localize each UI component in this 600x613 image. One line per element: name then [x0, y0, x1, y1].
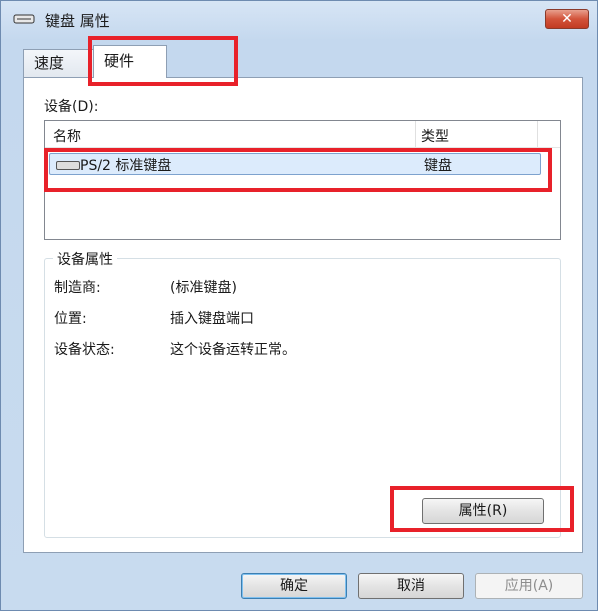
location-label: 位置:	[54, 311, 87, 327]
properties-button[interactable]: 属性(R)	[422, 498, 544, 524]
devices-list-header: 名称 类型	[45, 121, 560, 148]
devices-label: 设备(D):	[44, 99, 99, 115]
hardware-tab-panel: 设备(D): 名称 类型 PS/2 标准键盘 键盘 设备属性 制造商: (标准键…	[23, 77, 583, 553]
close-button[interactable]: ✕	[545, 9, 589, 29]
column-separator[interactable]	[537, 121, 538, 147]
keyboard-device-icon	[56, 161, 80, 170]
manufacturer-value: (标准键盘)	[170, 280, 237, 296]
close-icon: ✕	[561, 11, 573, 27]
device-type: 键盘	[424, 158, 452, 174]
ok-button[interactable]: 确定	[241, 573, 347, 599]
keyboard-properties-window: 键盘 属性 ✕ 速度 硬件 设备(D): 名称 类型 PS/2 标准键盘 键盘 …	[0, 0, 598, 611]
cancel-button[interactable]: 取消	[358, 573, 464, 599]
device-status-value: 这个设备运转正常。	[170, 342, 296, 358]
device-status-label: 设备状态:	[54, 342, 115, 358]
tab-speed[interactable]: 速度	[23, 49, 97, 77]
column-separator[interactable]	[415, 121, 416, 147]
device-properties-group: 设备属性 制造商: (标准键盘) 位置: 插入键盘端口 设备状态: 这个设备运转…	[44, 249, 561, 538]
manufacturer-label: 制造商:	[54, 280, 101, 296]
device-properties-title: 设备属性	[53, 249, 117, 269]
keyboard-icon	[13, 14, 35, 24]
title-bar[interactable]: 键盘 属性 ✕	[1, 1, 597, 37]
tab-hardware[interactable]: 硬件	[93, 45, 167, 78]
apply-button: 应用(A)	[475, 573, 583, 599]
location-value: 插入键盘端口	[170, 311, 254, 327]
device-row-ps2-keyboard[interactable]: PS/2 标准键盘 键盘	[49, 153, 541, 175]
column-name[interactable]: 名称	[53, 126, 81, 146]
devices-list[interactable]: 名称 类型 PS/2 标准键盘 键盘	[44, 120, 561, 240]
device-name: PS/2 标准键盘	[80, 158, 172, 174]
window-title: 键盘 属性	[45, 12, 110, 30]
column-type[interactable]: 类型	[421, 126, 449, 146]
